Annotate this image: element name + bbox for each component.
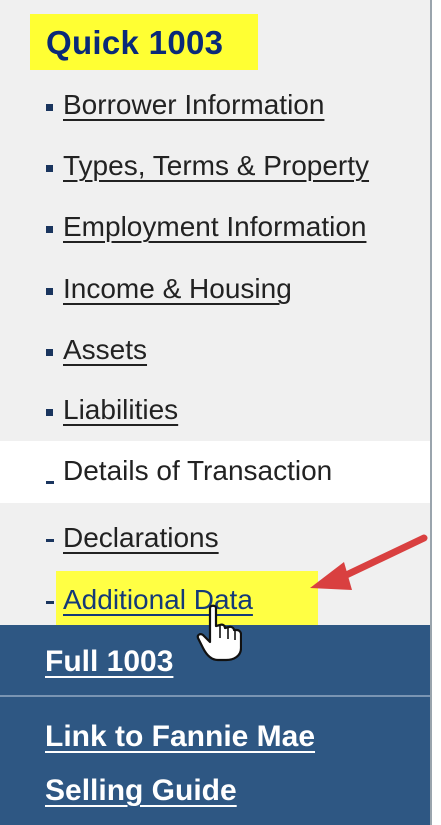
- arrow-annotation-icon: [310, 534, 428, 590]
- bullet-icon: [46, 349, 53, 356]
- nav-item-label[interactable]: Declarations: [63, 522, 219, 554]
- nav-item-label[interactable]: Liabilities: [63, 394, 178, 426]
- fannie-mae-guide-link-line2[interactable]: Selling Guide: [45, 774, 237, 808]
- title-highlight: Quick 1003: [30, 14, 258, 70]
- panel-title: Quick 1003: [46, 24, 224, 61]
- quick-1003-nav-panel: Quick 1003 Borrower Information Types, T…: [0, 0, 432, 825]
- nav-item-income-housing[interactable]: Income & Housing: [0, 259, 430, 319]
- bullet-icon: [46, 104, 53, 111]
- nav-item-assets[interactable]: Assets: [0, 320, 430, 380]
- divider: [0, 695, 430, 697]
- nav-item-employment-information[interactable]: Employment Information: [0, 197, 430, 257]
- nav-item-label[interactable]: Assets: [63, 334, 147, 366]
- nav-item-liabilities[interactable]: Liabilities: [0, 380, 430, 440]
- nav-item-label[interactable]: Types, Terms & Property: [63, 150, 369, 182]
- dash-icon: [46, 481, 54, 484]
- dash-icon: [46, 539, 54, 542]
- nav-item-label[interactable]: Borrower Information: [63, 89, 324, 121]
- full-1003-link[interactable]: Full 1003: [45, 645, 173, 679]
- nav-item-label[interactable]: Employment Information: [63, 211, 366, 243]
- nav-item-details-of-transaction[interactable]: Details of Transaction: [0, 441, 430, 503]
- bullet-icon: [46, 226, 53, 233]
- bullet-icon: [46, 409, 53, 416]
- nav-item-types-terms-property[interactable]: Types, Terms & Property: [0, 136, 430, 196]
- dash-icon: [46, 601, 54, 604]
- fannie-mae-guide-link[interactable]: Link to Fannie Mae: [45, 720, 315, 754]
- nav-item-label[interactable]: Details of Transaction: [63, 455, 332, 487]
- bullet-icon: [46, 165, 53, 172]
- bullet-icon: [46, 288, 53, 295]
- nav-item-borrower-information[interactable]: Borrower Information: [0, 75, 430, 135]
- hand-cursor-icon: [196, 604, 242, 662]
- nav-item-label[interactable]: Income & Housing: [63, 273, 292, 305]
